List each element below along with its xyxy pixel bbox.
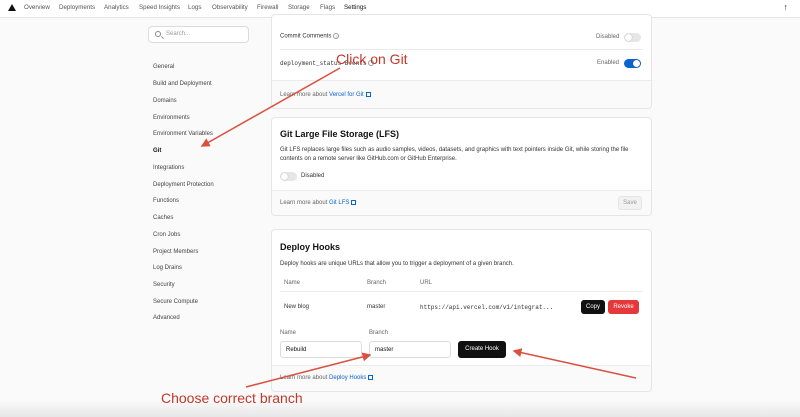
arrow-to-branch — [245, 352, 372, 388]
annotation-click-git: Click on Git — [336, 51, 408, 67]
annotation-choose-branch: Choose correct branch — [161, 390, 303, 406]
arrow-to-create-hook — [512, 348, 637, 379]
arrow-to-git — [200, 67, 341, 147]
